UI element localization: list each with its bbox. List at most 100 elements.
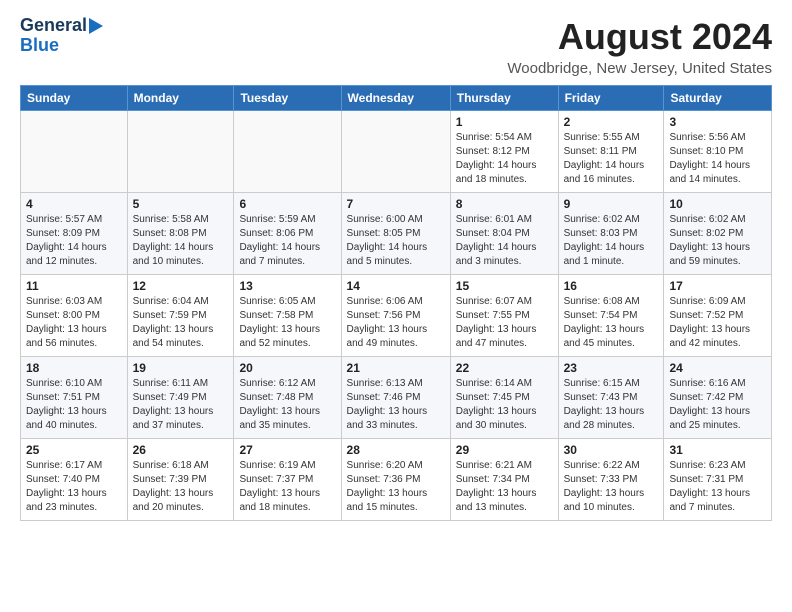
week-row-5: 25 Sunrise: 6:17 AM Sunset: 7:40 PM Dayli…: [21, 439, 772, 521]
day-info: Sunrise: 6:17 AM Sunset: 7:40 PM Dayligh…: [26, 459, 122, 515]
calendar-cell: 8 Sunrise: 6:01 AM Sunset: 8:04 PM Daylig…: [450, 193, 558, 275]
calendar-cell: [234, 111, 341, 193]
calendar-cell: 19 Sunrise: 6:11 AM Sunset: 7:49 PM Dayli…: [127, 357, 234, 439]
day-number: 10: [669, 197, 766, 211]
day-number: 2: [564, 115, 659, 129]
day-info: Sunrise: 6:07 AM Sunset: 7:55 PM Dayligh…: [456, 295, 553, 351]
day-number: 19: [133, 361, 229, 375]
day-info: Sunrise: 6:12 AM Sunset: 7:48 PM Dayligh…: [239, 377, 335, 433]
col-header-tuesday: Tuesday: [234, 86, 341, 111]
day-info: Sunrise: 5:55 AM Sunset: 8:11 PM Dayligh…: [564, 131, 659, 187]
calendar-cell: 22 Sunrise: 6:14 AM Sunset: 7:45 PM Dayli…: [450, 357, 558, 439]
day-number: 24: [669, 361, 766, 375]
logo-text-blue: Blue: [20, 36, 59, 56]
day-number: 26: [133, 443, 229, 457]
calendar-cell: [127, 111, 234, 193]
day-info: Sunrise: 6:06 AM Sunset: 7:56 PM Dayligh…: [347, 295, 445, 351]
month-title: August 2024: [507, 16, 772, 58]
day-info: Sunrise: 6:23 AM Sunset: 7:31 PM Dayligh…: [669, 459, 766, 515]
col-header-friday: Friday: [558, 86, 664, 111]
day-number: 12: [133, 279, 229, 293]
calendar-table: SundayMondayTuesdayWednesdayThursdayFrid…: [20, 85, 772, 521]
day-number: 3: [669, 115, 766, 129]
calendar-cell: 10 Sunrise: 6:02 AM Sunset: 8:02 PM Dayli…: [664, 193, 772, 275]
day-info: Sunrise: 5:58 AM Sunset: 8:08 PM Dayligh…: [133, 213, 229, 269]
day-info: Sunrise: 5:56 AM Sunset: 8:10 PM Dayligh…: [669, 131, 766, 187]
day-number: 25: [26, 443, 122, 457]
calendar-cell: 5 Sunrise: 5:58 AM Sunset: 8:08 PM Daylig…: [127, 193, 234, 275]
title-area: August 2024 Woodbridge, New Jersey, Unit…: [507, 16, 772, 77]
day-info: Sunrise: 6:05 AM Sunset: 7:58 PM Dayligh…: [239, 295, 335, 351]
week-row-2: 4 Sunrise: 5:57 AM Sunset: 8:09 PM Daylig…: [21, 193, 772, 275]
day-info: Sunrise: 6:14 AM Sunset: 7:45 PM Dayligh…: [456, 377, 553, 433]
day-number: 22: [456, 361, 553, 375]
calendar-cell: 6 Sunrise: 5:59 AM Sunset: 8:06 PM Daylig…: [234, 193, 341, 275]
day-info: Sunrise: 6:08 AM Sunset: 7:54 PM Dayligh…: [564, 295, 659, 351]
day-number: 23: [564, 361, 659, 375]
day-info: Sunrise: 5:57 AM Sunset: 8:09 PM Dayligh…: [26, 213, 122, 269]
day-info: Sunrise: 6:00 AM Sunset: 8:05 PM Dayligh…: [347, 213, 445, 269]
day-info: Sunrise: 6:20 AM Sunset: 7:36 PM Dayligh…: [347, 459, 445, 515]
col-header-saturday: Saturday: [664, 86, 772, 111]
day-number: 7: [347, 197, 445, 211]
col-header-monday: Monday: [127, 86, 234, 111]
calendar-cell: 25 Sunrise: 6:17 AM Sunset: 7:40 PM Dayli…: [21, 439, 128, 521]
week-row-1: 1Sunrise: 5:54 AM Sunset: 8:12 PM Daylig…: [21, 111, 772, 193]
calendar-cell: 24 Sunrise: 6:16 AM Sunset: 7:42 PM Dayli…: [664, 357, 772, 439]
day-number: 20: [239, 361, 335, 375]
day-info: Sunrise: 6:02 AM Sunset: 8:03 PM Dayligh…: [564, 213, 659, 269]
col-header-thursday: Thursday: [450, 86, 558, 111]
calendar-header-row: SundayMondayTuesdayWednesdayThursdayFrid…: [21, 86, 772, 111]
calendar-cell: 29 Sunrise: 6:21 AM Sunset: 7:34 PM Dayli…: [450, 439, 558, 521]
day-number: 15: [456, 279, 553, 293]
day-number: 8: [456, 197, 553, 211]
header: General Blue August 2024 Woodbridge, New…: [20, 16, 772, 77]
day-info: Sunrise: 6:09 AM Sunset: 7:52 PM Dayligh…: [669, 295, 766, 351]
calendar-cell: 7 Sunrise: 6:00 AM Sunset: 8:05 PM Daylig…: [341, 193, 450, 275]
day-info: Sunrise: 6:18 AM Sunset: 7:39 PM Dayligh…: [133, 459, 229, 515]
day-info: Sunrise: 5:54 AM Sunset: 8:12 PM Dayligh…: [456, 131, 553, 187]
calendar-cell: 27 Sunrise: 6:19 AM Sunset: 7:37 PM Dayli…: [234, 439, 341, 521]
day-info: Sunrise: 6:10 AM Sunset: 7:51 PM Dayligh…: [26, 377, 122, 433]
week-row-4: 18 Sunrise: 6:10 AM Sunset: 7:51 PM Dayli…: [21, 357, 772, 439]
day-info: Sunrise: 6:01 AM Sunset: 8:04 PM Dayligh…: [456, 213, 553, 269]
day-number: 4: [26, 197, 122, 211]
day-number: 31: [669, 443, 766, 457]
calendar-cell: 12 Sunrise: 6:04 AM Sunset: 7:59 PM Dayli…: [127, 275, 234, 357]
day-number: 17: [669, 279, 766, 293]
calendar-cell: 14Sunrise: 6:06 AM Sunset: 7:56 PM Dayli…: [341, 275, 450, 357]
calendar-cell: 28 Sunrise: 6:20 AM Sunset: 7:36 PM Dayli…: [341, 439, 450, 521]
day-number: 29: [456, 443, 553, 457]
calendar-cell: 13 Sunrise: 6:05 AM Sunset: 7:58 PM Dayli…: [234, 275, 341, 357]
col-header-wednesday: Wednesday: [341, 86, 450, 111]
day-info: Sunrise: 6:19 AM Sunset: 7:37 PM Dayligh…: [239, 459, 335, 515]
calendar-cell: 18 Sunrise: 6:10 AM Sunset: 7:51 PM Dayli…: [21, 357, 128, 439]
day-info: Sunrise: 6:21 AM Sunset: 7:34 PM Dayligh…: [456, 459, 553, 515]
day-info: Sunrise: 5:59 AM Sunset: 8:06 PM Dayligh…: [239, 213, 335, 269]
day-info: Sunrise: 6:13 AM Sunset: 7:46 PM Dayligh…: [347, 377, 445, 433]
calendar-cell: 15 Sunrise: 6:07 AM Sunset: 7:55 PM Dayli…: [450, 275, 558, 357]
calendar-cell: 31 Sunrise: 6:23 AM Sunset: 7:31 PM Dayli…: [664, 439, 772, 521]
day-number: 18: [26, 361, 122, 375]
day-number: 6: [239, 197, 335, 211]
logo: General Blue: [20, 16, 103, 56]
day-info: Sunrise: 6:11 AM Sunset: 7:49 PM Dayligh…: [133, 377, 229, 433]
day-number: 27: [239, 443, 335, 457]
calendar-cell: 30Sunrise: 6:22 AM Sunset: 7:33 PM Dayli…: [558, 439, 664, 521]
day-info: Sunrise: 6:02 AM Sunset: 8:02 PM Dayligh…: [669, 213, 766, 269]
day-number: 21: [347, 361, 445, 375]
day-number: 5: [133, 197, 229, 211]
day-info: Sunrise: 6:04 AM Sunset: 7:59 PM Dayligh…: [133, 295, 229, 351]
calendar-cell: 16Sunrise: 6:08 AM Sunset: 7:54 PM Dayli…: [558, 275, 664, 357]
day-number: 11: [26, 279, 122, 293]
col-header-sunday: Sunday: [21, 86, 128, 111]
calendar-cell: 3 Sunrise: 5:56 AM Sunset: 8:10 PM Daylig…: [664, 111, 772, 193]
calendar-cell: [21, 111, 128, 193]
day-info: Sunrise: 6:16 AM Sunset: 7:42 PM Dayligh…: [669, 377, 766, 433]
day-number: 28: [347, 443, 445, 457]
calendar-cell: 1Sunrise: 5:54 AM Sunset: 8:12 PM Daylig…: [450, 111, 558, 193]
day-info: Sunrise: 6:15 AM Sunset: 7:43 PM Dayligh…: [564, 377, 659, 433]
day-number: 13: [239, 279, 335, 293]
location-subtitle: Woodbridge, New Jersey, United States: [507, 60, 772, 77]
calendar-cell: 17 Sunrise: 6:09 AM Sunset: 7:52 PM Dayli…: [664, 275, 772, 357]
